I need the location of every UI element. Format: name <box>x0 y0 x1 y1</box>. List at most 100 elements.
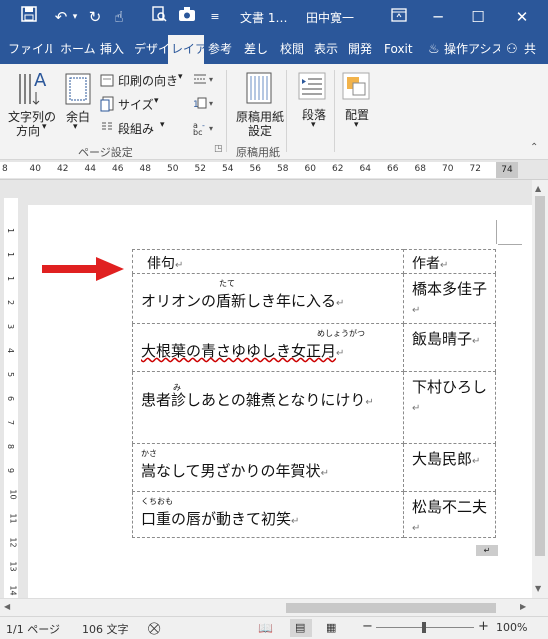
paragraph-mark-icon: ↵ <box>412 403 421 414</box>
ruler-number: 5 <box>6 371 16 378</box>
margins-label[interactable]: 余白 <box>66 108 90 125</box>
haiku-table[interactable]: 俳句↵ 作者↵ たて オリオンの盾新しき年に入る↵ 橋本多佳子↵ めしょうがつ 大根… <box>132 249 496 538</box>
haiku-text: 嵩なして男ざかりの年賀状 <box>141 462 321 480</box>
tab-foxit[interactable]: Foxit <box>384 35 418 64</box>
scroll-up-icon[interactable]: ▲ <box>535 184 541 193</box>
margins-dropdown-icon[interactable]: ▾ <box>73 122 78 132</box>
margins-icon[interactable] <box>64 72 92 109</box>
tab-mailings[interactable]: 差し <box>244 35 274 64</box>
author-cell[interactable]: 橋本多佳子 ↵ <box>403 273 496 324</box>
print-preview-icon[interactable] <box>148 6 170 28</box>
zoom-slider-thumb[interactable] <box>422 622 426 633</box>
scroll-left-icon[interactable]: ◀ <box>4 602 10 611</box>
header-cell-author[interactable]: 作者↵ <box>403 249 496 274</box>
orientation-icon[interactable] <box>100 72 114 91</box>
hyphenation-icon[interactable]: a bc - ▾ <box>192 120 216 139</box>
crop-mark <box>496 220 497 244</box>
customize-toolbar-icon[interactable]: ≡ <box>204 6 226 28</box>
tab-insert[interactable]: 挿入 <box>100 35 128 64</box>
haiku-text: 口重の唇が動きて初笑 <box>141 510 292 528</box>
author-cell[interactable]: 松島不二夫 ↵ <box>403 491 496 538</box>
ruler-number: 72 <box>469 164 481 174</box>
tab-share[interactable]: 共 <box>524 35 546 64</box>
page-setup-launcher-icon[interactable]: ◳ <box>214 144 223 154</box>
ruler-number: 7 <box>6 419 16 426</box>
zoom-out-icon[interactable]: − <box>362 619 373 634</box>
size-icon[interactable] <box>100 96 114 115</box>
collapse-ribbon-icon[interactable]: ⌃ <box>530 142 538 153</box>
scroll-right-icon[interactable]: ▶ <box>520 602 526 611</box>
author-cell[interactable]: 下村ひろし ↵ <box>403 371 496 444</box>
save-icon[interactable] <box>18 6 40 28</box>
horizontal-scrollbar[interactable]: ◀ ▶ <box>0 598 548 616</box>
manuscript-group-label: 原稿用紙 <box>236 146 280 159</box>
haiku-cell[interactable]: くちおも 口重の唇が動きて初笑↵ <box>132 491 404 538</box>
ribbon-display-icon[interactable] <box>388 6 410 28</box>
header-cell-haiku[interactable]: 俳句↵ <box>132 249 404 274</box>
arrange-icon[interactable] <box>342 72 370 103</box>
web-layout-icon[interactable]: ▦ <box>326 621 336 634</box>
paragraph-mark-icon: ↵ <box>175 260 184 271</box>
zoom-in-icon[interactable]: + <box>478 619 489 634</box>
word-count[interactable]: 106 文字 <box>82 621 129 637</box>
columns-label[interactable]: 段組み <box>118 120 154 137</box>
breaks-icon[interactable]: ▾ <box>192 72 216 89</box>
size-dropdown-icon[interactable]: ▾ <box>154 96 159 106</box>
proofing-icon[interactable]: ⛒ <box>148 621 160 636</box>
vertical-ruler[interactable]: 1 1 1 2 3 4 5 6 7 8 9 10 11 12 13 14 <box>0 180 22 598</box>
paragraph-dropdown-icon[interactable]: ▾ <box>311 120 316 130</box>
scroll-down-icon[interactable]: ▼ <box>535 584 541 593</box>
text-direction-icon[interactable]: A <box>16 70 50 113</box>
redo-icon[interactable]: ↻ <box>84 6 106 28</box>
columns-icon[interactable] <box>100 120 114 139</box>
haiku-cell[interactable]: み患者診しあとの雑煮となりにけり↵ <box>132 371 404 444</box>
header-haiku-text: 俳句 <box>147 256 175 272</box>
haiku-cell[interactable]: たて オリオンの盾新しき年に入る↵ <box>132 273 404 324</box>
undo-dropdown-icon[interactable]: ▾ <box>64 6 86 28</box>
page-count[interactable]: 1/1 ページ <box>6 621 60 637</box>
author-cell[interactable]: 飯島晴子↵ <box>403 323 496 372</box>
scrollbar-thumb[interactable] <box>286 603 496 613</box>
haiku-cell[interactable]: かさ 嵩なして男ざかりの年賀状↵ <box>132 443 404 492</box>
minimize-button[interactable]: ─ <box>424 4 452 30</box>
columns-dropdown-icon[interactable]: ▾ <box>160 120 165 130</box>
tab-layout[interactable]: レイア <box>168 35 204 64</box>
tab-file[interactable]: ファイル <box>8 35 52 64</box>
ruler-number: 11 <box>8 513 18 524</box>
tab-home[interactable]: ホーム <box>60 35 96 64</box>
tab-review[interactable]: 校閲 <box>280 35 308 64</box>
tab-view[interactable]: 表示 <box>314 35 342 64</box>
haiku-cell[interactable]: めしょうがつ 大根葉の青さゆゆしき女正月↵ <box>132 323 404 372</box>
horizontal-ruler[interactable]: 8 40 42 44 46 48 50 52 54 56 58 60 62 64 66 68 70 72 74 <box>0 160 548 180</box>
table-row: めしょうがつ 大根葉の青さゆゆしき女正月↵ 飯島晴子↵ <box>132 323 496 372</box>
camera-icon[interactable] <box>176 6 198 28</box>
tab-developer[interactable]: 開発 <box>348 35 376 64</box>
tell-me-search[interactable]: 操作アシス <box>444 35 500 64</box>
share-user-icon[interactable]: ⚇ <box>506 35 522 64</box>
tab-design[interactable]: デザイ <box>134 35 168 64</box>
arrange-dropdown-icon[interactable]: ▾ <box>354 120 359 130</box>
touch-mode-icon[interactable]: ☝ <box>108 6 130 28</box>
orientation-dropdown-icon[interactable]: ▾ <box>178 72 183 82</box>
line-numbers-icon[interactable]: 1 ▾ <box>192 96 216 113</box>
restore-button[interactable]: ☐ <box>464 4 492 30</box>
crop-mark <box>498 244 522 245</box>
scrollbar-thumb[interactable] <box>535 196 545 556</box>
manuscript-settings-label-2[interactable]: 設定 <box>248 122 272 139</box>
zoom-level[interactable]: 100% <box>496 621 527 634</box>
text-direction-dropdown-icon[interactable]: ▾ <box>42 122 47 132</box>
author-cell[interactable]: 大島民郎↵ <box>403 443 496 492</box>
user-name[interactable]: 田中寛一 <box>306 9 354 26</box>
ruler-highlight: 74 <box>496 162 518 178</box>
tab-references[interactable]: 参考 <box>208 35 238 64</box>
orientation-label[interactable]: 印刷の向き <box>118 72 178 89</box>
manuscript-paper-icon[interactable] <box>246 72 272 107</box>
text-direction-label-2[interactable]: 方向 <box>16 122 40 139</box>
size-label[interactable]: サイズ <box>118 96 154 113</box>
vertical-scrollbar[interactable]: ▲ ▼ <box>532 180 548 598</box>
close-button[interactable]: ✕ <box>508 4 536 30</box>
lightbulb-icon[interactable]: ♨ <box>428 35 442 64</box>
read-mode-icon[interactable]: 📖 <box>258 621 273 635</box>
paragraph-icon[interactable] <box>298 72 326 103</box>
ruler-number: 70 <box>442 164 454 174</box>
